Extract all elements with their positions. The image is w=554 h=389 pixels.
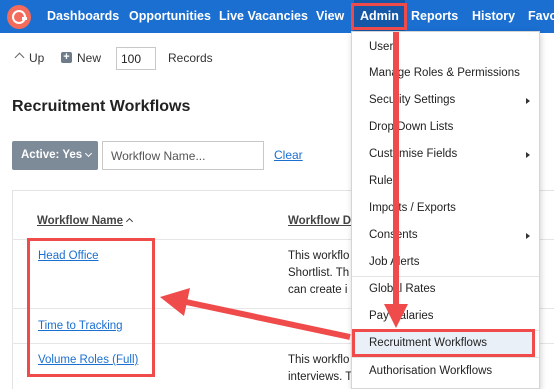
up-button[interactable]: Up (29, 51, 44, 65)
description-line: Shortlist. Th (288, 267, 350, 279)
nav-view[interactable]: View (316, 0, 344, 33)
description-line: interviews. T (288, 371, 353, 383)
menu-item-security-settings[interactable]: Security Settings (369, 94, 455, 106)
menu-item-drop-down-lists[interactable]: Drop Down Lists (369, 121, 453, 133)
nav-live-vacancies[interactable]: Live Vacancies (219, 0, 308, 33)
workflow-name-search-input[interactable] (102, 141, 264, 170)
annotation-highlight-workflow-list (27, 238, 155, 377)
menu-item-authorisation-workflows[interactable]: Authorisation Workflows (369, 365, 492, 377)
workflow-description: This workflo interviews. T (288, 352, 352, 386)
menu-item-imports-exports[interactable]: Imports / Exports (369, 202, 456, 214)
top-nav-bar: Dashboards Opportunities Live Vacancies … (0, 0, 554, 33)
nav-dashboards[interactable]: Dashboards (47, 0, 119, 33)
menu-item-recruitment-workflows[interactable]: Recruitment Workflows (352, 329, 535, 357)
annotation-highlight-admin (351, 3, 407, 30)
column-header-label: Workflow Name (37, 215, 124, 227)
app-logo-icon[interactable] (7, 5, 31, 29)
new-button[interactable]: New (77, 51, 101, 65)
active-filter-button[interactable]: Active: Yes (12, 141, 98, 170)
sort-ascending-icon (126, 217, 134, 226)
clear-filter-link[interactable]: Clear (274, 148, 303, 162)
menu-item-label: Recruitment Workflows (369, 337, 488, 349)
chevron-down-icon (85, 149, 93, 158)
plus-icon[interactable]: + (61, 52, 72, 63)
description-line: This workflo (288, 250, 350, 262)
submenu-arrow-icon (526, 98, 530, 104)
submenu-arrow-icon (526, 152, 530, 158)
menu-item-pay-salaries[interactable]: Pay Salaries (369, 310, 434, 322)
menu-item-global-rates[interactable]: Global Rates (369, 283, 435, 295)
menu-divider (352, 357, 539, 358)
menu-item-users[interactable]: Users (369, 41, 399, 53)
menu-item-consents[interactable]: Consents (369, 229, 418, 241)
records-label: Records (168, 51, 213, 65)
menu-item-job-alerts[interactable]: Job Alerts (369, 256, 420, 268)
nav-reports[interactable]: Reports (411, 0, 458, 33)
menu-divider (352, 276, 539, 277)
nav-favourites[interactable]: Favo (528, 0, 554, 33)
up-arrow-icon[interactable] (14, 52, 25, 63)
submenu-arrow-icon (526, 233, 530, 239)
menu-item-customise-fields[interactable]: Customise Fields (369, 148, 457, 160)
active-filter-label: Active: Yes (21, 149, 83, 161)
column-header-workflow-description[interactable]: Workflow De (288, 215, 357, 227)
records-count-input[interactable] (116, 47, 156, 70)
menu-item-manage-roles-permissions[interactable]: Manage Roles & Permissions (369, 67, 520, 79)
nav-history[interactable]: History (472, 0, 515, 33)
menu-item-rules[interactable]: Rules (369, 175, 398, 187)
workflow-description: This workflo Shortlist. Th can create i (288, 248, 349, 299)
description-line: This workflo (288, 354, 350, 366)
column-header-workflow-name[interactable]: Workflow Name (37, 215, 134, 227)
description-line: can create i (288, 284, 348, 296)
page-title: Recruitment Workflows (12, 98, 191, 115)
nav-opportunities[interactable]: Opportunities (129, 0, 211, 33)
